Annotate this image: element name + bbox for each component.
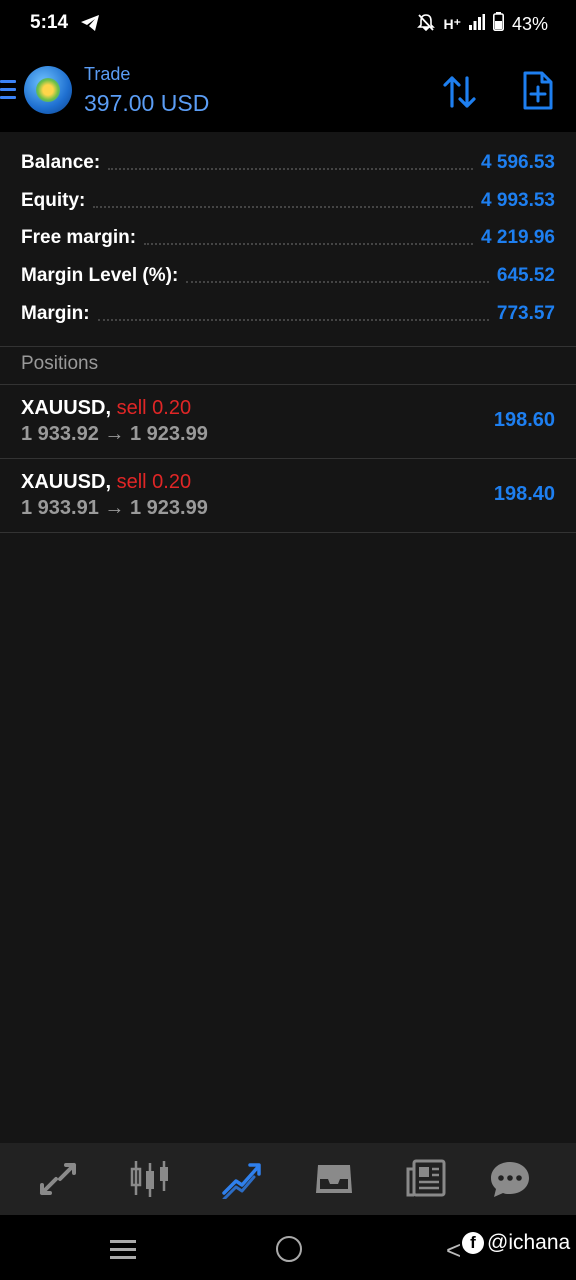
bell-off-icon — [417, 13, 436, 36]
system-nav-bar: < f @ichana — [0, 1215, 576, 1280]
positions-heading: Positions — [21, 353, 99, 374]
status-time: 5:14 — [30, 12, 69, 33]
position-side: sell 0.20 — [116, 397, 192, 419]
page-title: Trade — [84, 64, 131, 84]
news-icon[interactable] — [404, 1159, 448, 1199]
status-bar: 5:14 H⁺ 43% — [0, 0, 576, 50]
back-button[interactable]: < — [446, 1235, 461, 1266]
summary-row-free-margin: Free margin: 4 219.96 — [0, 219, 576, 257]
divider — [0, 346, 576, 347]
battery-level: 43% — [511, 13, 548, 34]
chart-icon[interactable] — [128, 1159, 172, 1199]
profit-total: 397.00 USD — [84, 90, 210, 116]
signal-icon — [468, 13, 485, 35]
messages-icon[interactable] — [488, 1159, 532, 1199]
summary-row-margin: Margin: 773.57 — [0, 295, 576, 333]
position-row[interactable]: XAUUSD, sell 0.20 1 933.92 → 1 923.99 19… — [0, 385, 576, 458]
position-row[interactable]: XAUUSD, sell 0.20 1 933.91 → 1 923.99 19… — [0, 459, 576, 532]
summary-label: Free margin: — [21, 227, 137, 249]
facebook-icon: f — [462, 1232, 484, 1254]
position-prices: 1 933.91 → 1 923.99 — [21, 497, 208, 519]
summary-label: Balance: — [21, 151, 101, 173]
watermark: f @ichana — [462, 1231, 570, 1255]
summary-row-equity: Equity: 4 993.53 — [0, 182, 576, 220]
app-header: Trade 397.00 USD — [0, 50, 576, 132]
summary-row-margin-level: Margin Level (%): 645.52 — [0, 257, 576, 295]
position-profit: 198.60 — [493, 409, 555, 431]
watermark-text: @ichana — [487, 1231, 571, 1254]
summary-label: Equity: — [21, 189, 86, 211]
sort-icon[interactable] — [440, 72, 480, 112]
bottom-tab-bar — [0, 1143, 576, 1215]
history-icon[interactable] — [312, 1159, 356, 1199]
position-symbol: XAUUSD, — [21, 397, 112, 419]
new-order-icon[interactable] — [518, 70, 558, 112]
divider — [0, 532, 576, 533]
summary-value: 645.52 — [496, 264, 555, 286]
app-logo — [24, 66, 72, 114]
position-profit: 198.40 — [493, 483, 555, 505]
position-prices: 1 933.92 → 1 923.99 — [21, 423, 208, 445]
battery-icon — [492, 12, 504, 36]
summary-row-balance: Balance: 4 596.53 — [0, 144, 576, 182]
quotes-icon[interactable] — [36, 1159, 80, 1199]
summary-label: Margin Level (%): — [21, 264, 179, 286]
account-summary: Balance: 4 596.53 Equity: 4 993.53 Free … — [0, 132, 576, 332]
summary-value: 4 596.53 — [481, 151, 555, 173]
position-symbol: XAUUSD, — [21, 471, 112, 493]
summary-value: 4 993.53 — [481, 189, 555, 211]
trade-icon[interactable] — [220, 1159, 264, 1201]
recent-apps-button[interactable] — [110, 1240, 136, 1264]
menu-icon[interactable] — [0, 80, 16, 104]
position-side: sell 0.20 — [116, 471, 192, 493]
network-type: H⁺ — [443, 15, 461, 32]
telegram-icon — [80, 14, 100, 37]
home-button[interactable] — [276, 1236, 302, 1262]
summary-value: 4 219.96 — [481, 227, 555, 249]
summary-value: 773.57 — [496, 302, 555, 324]
summary-label: Margin: — [21, 302, 90, 324]
